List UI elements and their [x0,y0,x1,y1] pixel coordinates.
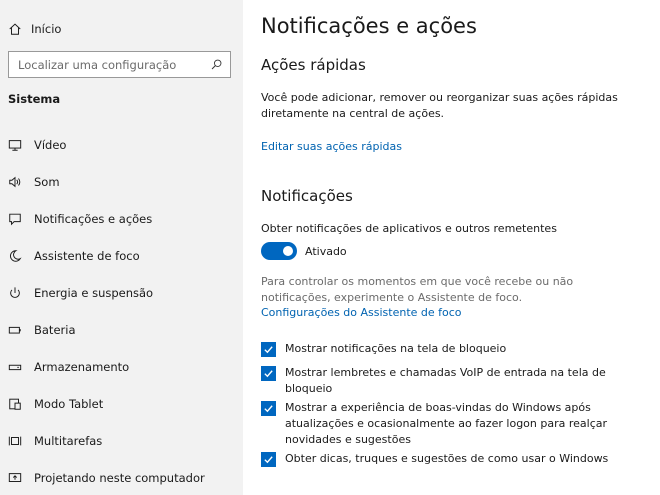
checkmark-icon [264,370,273,378]
focus-assist-settings-link[interactable]: Configurações do Assistente de foco [261,306,462,319]
sidebar-item-label: Energia e suspensão [34,285,154,300]
sidebar-item-label: Bateria [34,322,76,337]
sidebar-item-sound[interactable]: Som [0,163,243,200]
home-label: Início [31,22,62,36]
checkbox[interactable] [261,452,276,467]
sidebar-item-label: Notificações e ações [34,211,153,226]
checkbox-welcome-experience[interactable]: Mostrar a experiência de boas-vindas do … [261,400,615,448]
checkmark-icon [264,346,273,354]
checkmark-icon [264,456,273,464]
quick-actions-description: Você pode adicionar, remover ou reorgani… [261,90,618,122]
sidebar-item-label: Assistente de foco [34,248,140,263]
edit-quick-actions-link[interactable]: Editar suas ações rápidas [261,140,402,153]
sidebar-nav: Vídeo Som Notificações e ações Assistent… [0,126,243,495]
sidebar: Início Localizar uma configuração Sistem… [0,0,243,495]
sidebar-item-label: Multitarefas [34,433,103,448]
power-icon [8,286,22,300]
page-title: Notificações e ações [261,14,477,38]
sidebar-item-tablet-mode[interactable]: Modo Tablet [0,385,243,422]
main-content: Notificações e ações Ações rápidas Você … [243,0,660,495]
quick-actions-description-line: Você pode adicionar, remover ou reorgani… [261,91,618,104]
checkbox[interactable] [261,401,276,416]
project-icon [8,471,22,485]
checkbox-label: Obter dicas, truques e sugestões de como… [285,452,609,465]
quick-actions-description-line: diretamente na central de ações. [261,107,445,120]
sidebar-item-notifications[interactable]: Notificações e ações [0,200,243,237]
checkbox-label: Mostrar notificações na tela de bloqueio [285,342,507,355]
sidebar-item-label: Som [34,174,60,189]
notifications-heading: Notificações [261,187,353,205]
toggle-switch[interactable] [261,242,297,260]
sidebar-item-multitasking[interactable]: Multitarefas [0,422,243,459]
sidebar-section-title: Sistema [8,92,61,106]
checkbox[interactable] [261,366,276,381]
sidebar-item-battery[interactable]: Bateria [0,311,243,348]
checkbox-tips-tricks[interactable]: Obter dicas, truques e sugestões de como… [261,451,615,467]
focus-assist-note-line: Para controlar os momentos em que você r… [261,275,574,288]
toggle-state-label: Ativado [305,244,347,258]
sidebar-item-focus-assist[interactable]: Assistente de foco [0,237,243,274]
speaker-icon [8,175,22,189]
sidebar-item-storage[interactable]: Armazenamento [0,348,243,385]
monitor-icon [8,138,22,152]
sidebar-item-power[interactable]: Energia e suspensão [0,274,243,311]
checkbox-label: Mostrar lembretes e chamadas VoIP de ent… [285,366,606,395]
quick-actions-heading: Ações rápidas [261,56,366,74]
checkbox-label: Mostrar a experiência de boas-vindas do … [285,401,608,446]
notification-icon [8,212,22,226]
checkbox-lock-screen-reminders[interactable]: Mostrar lembretes e chamadas VoIP de ent… [261,365,615,397]
sidebar-item-label: Projetando neste computador [34,470,205,485]
toggle-knob [283,246,293,256]
checkbox[interactable] [261,342,276,357]
checkbox-lock-screen-notifications[interactable]: Mostrar notificações na tela de bloqueio [261,341,615,357]
moon-icon [8,249,22,263]
storage-icon [8,360,22,374]
sidebar-item-label: Modo Tablet [34,396,104,411]
sidebar-item-label: Armazenamento [34,359,130,374]
search-icon[interactable] [206,55,226,75]
battery-icon [8,323,22,337]
tablet-icon [8,397,22,411]
multitask-icon [8,434,22,448]
checkmark-icon [264,405,273,413]
get-notifications-label: Obter notificações de aplicativos e outr… [261,222,557,235]
sidebar-item-projecting[interactable]: Projetando neste computador [0,459,243,495]
sidebar-item-video[interactable]: Vídeo [0,126,243,163]
notifications-toggle[interactable]: Ativado [261,242,347,260]
sidebar-item-label: Vídeo [34,137,67,152]
search-input[interactable]: Localizar uma configuração [8,51,231,78]
focus-assist-note: Para controlar os momentos em que você r… [261,274,573,306]
home-nav-item[interactable]: Início [8,20,61,38]
home-icon [9,23,21,35]
focus-assist-note-line: notificações, experimente o Assistente d… [261,291,523,304]
search-placeholder: Localizar uma configuração [18,57,177,72]
